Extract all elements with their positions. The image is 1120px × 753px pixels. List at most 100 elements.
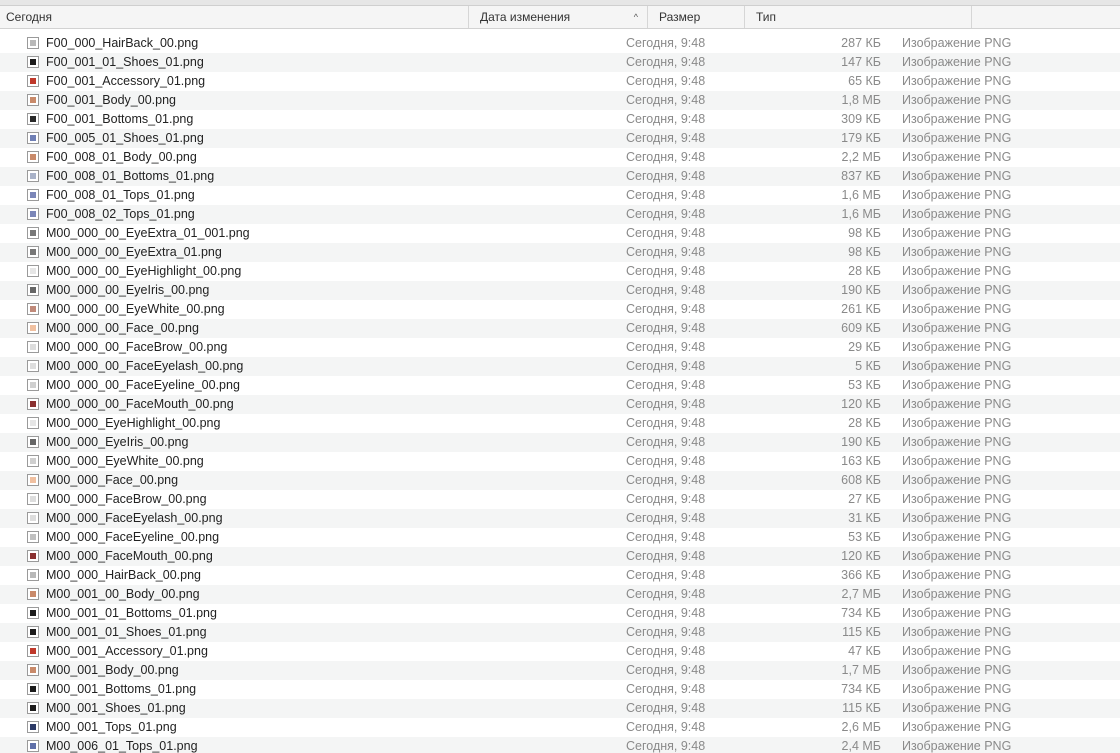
file-row[interactable]: M00_000_00_EyeExtra_01.png Сегодня, 9:48 9…	[0, 243, 1120, 262]
thumbnail-fill	[30, 78, 36, 84]
eye-thumb-icon	[27, 284, 39, 296]
file-kind: Изображение PNG	[902, 245, 1012, 259]
file-row[interactable]: M00_001_Bottoms_01.png Сегодня, 9:48 734 К…	[0, 680, 1120, 699]
column-header-name[interactable]: Сегодня	[0, 6, 469, 28]
column-header-kind[interactable]: Тип	[745, 6, 972, 28]
file-row[interactable]: F00_001_01_Shoes_01.png Сегодня, 9:48 147 …	[0, 53, 1120, 72]
file-name: F00_008_01_Bottoms_01.png	[46, 169, 215, 183]
file-date-modified: Сегодня, 9:48	[626, 720, 706, 734]
column-header-size[interactable]: Размер	[648, 6, 745, 28]
file-row[interactable]: M00_000_Face_00.png Сегодня, 9:48 608 КБ Из…	[0, 471, 1120, 490]
file-name: M00_000_00_Face_00.png	[46, 321, 199, 335]
file-kind: Изображение PNG	[902, 701, 1012, 715]
thumbnail-fill	[30, 648, 36, 654]
file-date-modified: Сегодня, 9:48	[626, 169, 706, 183]
file-row[interactable]: M00_000_FaceEyeline_00.png Сегодня, 9:48 5…	[0, 528, 1120, 547]
file-row[interactable]: F00_001_Accessory_01.png Сегодня, 9:48 65 …	[0, 72, 1120, 91]
file-size: 47 КБ	[848, 644, 881, 658]
hair-thumb-icon	[27, 37, 39, 49]
file-size: 28 КБ	[848, 264, 881, 278]
file-date-modified: Сегодня, 9:48	[626, 188, 706, 202]
file-row[interactable]: M00_000_00_EyeIris_00.png Сегодня, 9:48 19…	[0, 281, 1120, 300]
file-row[interactable]: M00_006_01_Tops_01.png Сегодня, 9:48 2,4 М…	[0, 737, 1120, 753]
file-date-modified: Сегодня, 9:48	[626, 454, 706, 468]
file-row[interactable]: M00_001_00_Body_00.png Сегодня, 9:48 2,7 М…	[0, 585, 1120, 604]
file-size: 287 КБ	[841, 36, 881, 50]
file-row[interactable]: M00_000_FaceEyelash_00.png Сегодня, 9:48 3…	[0, 509, 1120, 528]
file-row[interactable]: M00_000_00_EyeHighlight_00.png Сегодня, 9…	[0, 262, 1120, 281]
face-thumb-icon	[27, 493, 39, 505]
file-kind: Изображение PNG	[902, 264, 1012, 278]
file-date-modified: Сегодня, 9:48	[626, 55, 706, 69]
file-name: M00_000_00_EyeIris_00.png	[46, 283, 210, 297]
file-name: F00_001_Body_00.png	[46, 93, 176, 107]
column-header-name-label: Сегодня	[6, 10, 52, 24]
file-size: 120 КБ	[841, 397, 881, 411]
file-kind: Изображение PNG	[902, 568, 1012, 582]
file-row[interactable]: M00_000_00_Face_00.png Сегодня, 9:48 609 К…	[0, 319, 1120, 338]
file-row[interactable]: F00_001_Body_00.png Сегодня, 9:48 1,8 МБ Из…	[0, 91, 1120, 110]
file-kind: Изображение PNG	[902, 397, 1012, 411]
file-row[interactable]: M00_001_Accessory_01.png Сегодня, 9:48 47 …	[0, 642, 1120, 661]
thumbnail-fill	[30, 477, 36, 483]
file-size: 98 КБ	[848, 226, 881, 240]
file-row[interactable]: F00_008_01_Bottoms_01.png Сегодня, 9:48 83…	[0, 167, 1120, 186]
file-row[interactable]: M00_000_00_EyeWhite_00.png Сегодня, 9:48 2…	[0, 300, 1120, 319]
file-row[interactable]: M00_001_Shoes_01.png Сегодня, 9:48 115 КБ И…	[0, 699, 1120, 718]
thumbnail-fill	[30, 192, 36, 198]
file-row[interactable]: M00_000_EyeWhite_00.png Сегодня, 9:48 163 …	[0, 452, 1120, 471]
file-kind: Изображение PNG	[902, 625, 1012, 639]
file-row[interactable]: M00_001_01_Bottoms_01.png Сегодня, 9:48 73…	[0, 604, 1120, 623]
file-row[interactable]: M00_001_01_Shoes_01.png Сегодня, 9:48 115 …	[0, 623, 1120, 642]
file-row[interactable]: M00_000_00_FaceEyeline_00.png Сегодня, 9:…	[0, 376, 1120, 395]
file-row[interactable]: M00_001_Tops_01.png Сегодня, 9:48 2,6 МБ Из…	[0, 718, 1120, 737]
file-size: 53 КБ	[848, 378, 881, 392]
file-size: 734 КБ	[841, 682, 881, 696]
thumbnail-fill	[30, 496, 36, 502]
file-row[interactable]: M00_000_FaceMouth_00.png Сегодня, 9:48 120…	[0, 547, 1120, 566]
file-size: 27 КБ	[848, 492, 881, 506]
file-kind: Изображение PNG	[902, 321, 1012, 335]
file-size: 1,7 МБ	[841, 663, 881, 677]
file-row[interactable]: M00_000_00_EyeExtra_01_001.png Сегодня, 9…	[0, 224, 1120, 243]
file-row[interactable]: M00_001_Body_00.png Сегодня, 9:48 1,7 МБ Из…	[0, 661, 1120, 680]
file-row[interactable]: M00_000_EyeIris_00.png Сегодня, 9:48 190 К…	[0, 433, 1120, 452]
file-row[interactable]: M00_000_EyeHighlight_00.png Сегодня, 9:48…	[0, 414, 1120, 433]
file-date-modified: Сегодня, 9:48	[626, 587, 706, 601]
file-name: F00_005_01_Shoes_01.png	[46, 131, 204, 145]
tops-thumb-icon	[27, 721, 39, 733]
file-name: M00_000_00_FaceBrow_00.png	[46, 340, 228, 354]
file-name: F00_001_Accessory_01.png	[46, 74, 206, 88]
file-row[interactable]: F00_008_02_Tops_01.png Сегодня, 9:48 1,6 М…	[0, 205, 1120, 224]
file-date-modified: Сегодня, 9:48	[626, 340, 706, 354]
file-row[interactable]: F00_005_01_Shoes_01.png Сегодня, 9:48 179 …	[0, 129, 1120, 148]
file-row[interactable]: M00_000_00_FaceMouth_00.png Сегодня, 9:48…	[0, 395, 1120, 414]
file-name: F00_000_HairBack_00.png	[46, 36, 199, 50]
file-row[interactable]: F00_008_01_Tops_01.png Сегодня, 9:48 1,6 М…	[0, 186, 1120, 205]
file-kind: Изображение PNG	[902, 644, 1012, 658]
bottoms-thumb-icon	[27, 683, 39, 695]
file-row[interactable]: F00_000_HairBack_00.png Сегодня, 9:48 287 …	[0, 34, 1120, 53]
thumbnail-fill	[30, 458, 36, 464]
eye-thumb-icon	[27, 455, 39, 467]
eye-thumb-icon	[27, 265, 39, 277]
file-row[interactable]: F00_001_Bottoms_01.png Сегодня, 9:48 309 К…	[0, 110, 1120, 129]
file-row[interactable]: M00_000_HairBack_00.png Сегодня, 9:48 366 …	[0, 566, 1120, 585]
file-kind: Изображение PNG	[902, 549, 1012, 563]
bottoms-thumb-icon	[27, 607, 39, 619]
file-name: M00_000_00_EyeExtra_01.png	[46, 245, 222, 259]
column-header-date-modified[interactable]: Дата изменения ^	[469, 6, 648, 28]
thumbnail-fill	[30, 705, 36, 711]
thumbnail-fill	[30, 553, 36, 559]
file-date-modified: Сегодня, 9:48	[626, 264, 706, 278]
file-date-modified: Сегодня, 9:48	[626, 74, 706, 88]
file-row[interactable]: F00_008_01_Body_00.png Сегодня, 9:48 2,2 М…	[0, 148, 1120, 167]
file-row[interactable]: M00_000_FaceBrow_00.png Сегодня, 9:48 27 К…	[0, 490, 1120, 509]
file-date-modified: Сегодня, 9:48	[626, 511, 706, 525]
hair-thumb-icon	[27, 569, 39, 581]
file-row[interactable]: M00_000_00_FaceEyelash_00.png Сегодня, 9:…	[0, 357, 1120, 376]
file-row[interactable]: M00_000_00_FaceBrow_00.png Сегодня, 9:48 2…	[0, 338, 1120, 357]
thumbnail-fill	[30, 287, 36, 293]
file-size: 1,6 МБ	[841, 188, 881, 202]
file-date-modified: Сегодня, 9:48	[626, 530, 706, 544]
